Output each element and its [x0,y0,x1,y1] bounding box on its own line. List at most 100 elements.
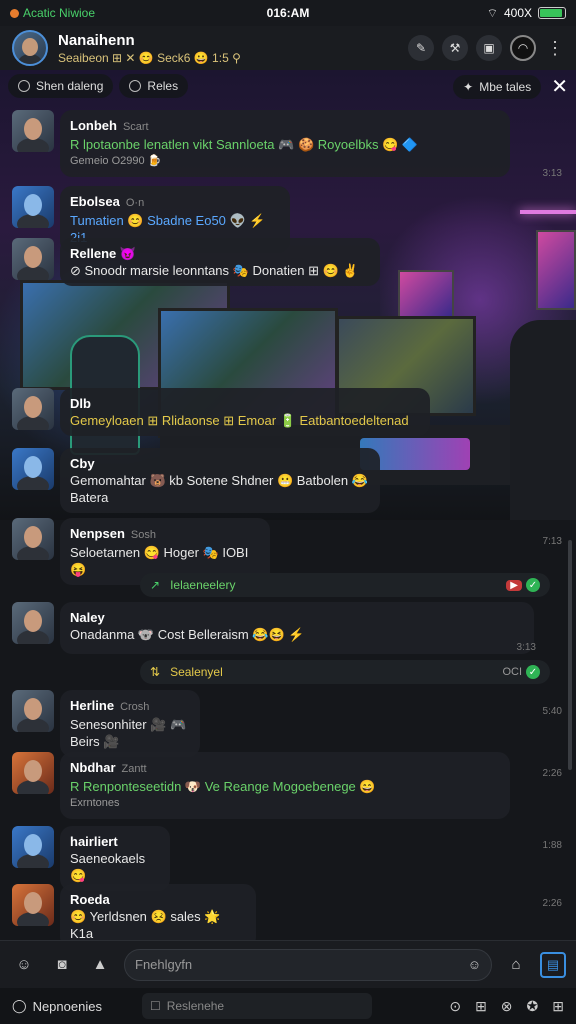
battery-label: 400X [503,6,532,20]
message-item[interactable]: Cby Gemomahtar 🐻 kb Sotene Shdner 😬 Batb… [12,448,380,513]
avatar[interactable] [12,826,54,868]
timestamp: 2:26 [542,768,562,779]
grid-icon[interactable]: ⊞ [552,998,564,1015]
channel-subtitle: Seaibeon ⊞ ✕ 😊 Seck6 😀 1:5 ⚲ [58,50,241,65]
wall-poster-mid [398,270,454,318]
chip-label: Reles [147,79,179,93]
streamer [510,320,576,520]
message-item[interactable]: Rellene 😈 ⊘ Snoodr marsie leonntans 🎭 Do… [12,238,380,286]
avatar[interactable] [12,518,54,560]
timestamp: 5:40 [542,706,562,717]
status-bar: Acatic Niwioe 016:AM ⌔ 400X [0,0,576,26]
message-bubble: Lonbeh Scart R lpotaonbe lenatlen vikt Sa… [60,110,510,177]
avatar[interactable] [12,186,54,228]
sender-name: Herline Crosh [70,697,190,716]
timestamp: 1:88 [542,840,562,851]
message-input[interactable]: Fnehlgyfn ☺ [124,948,492,981]
bottom-icons: ⊙ ⊞ ⊗ ✪ ⊞ [449,998,564,1015]
avatar[interactable] [12,388,54,430]
sender-name: Cby [70,456,95,471]
gallery-icon[interactable]: ▣ [476,35,502,61]
arrow-icon: ↗ [150,578,161,592]
avatar[interactable] [12,884,54,926]
system-row[interactable]: ↗ Ielaeneelery ▶ ✓ [140,573,550,597]
scrollbar[interactable] [568,540,572,770]
avatar[interactable] [12,690,54,732]
top-chip-row: Shen daleng Reles [8,74,189,98]
system-row[interactable]: ⇅ Sealenyel OCI ✓ [140,660,550,684]
chip-mbe-tales[interactable]: ✦ Mbe tales [453,74,542,99]
message-item[interactable]: Lonbeh Scart R lpotaonbe lenatlen vikt Sa… [12,110,510,177]
timestamp: 3:13 [542,168,562,179]
chip-reles[interactable]: Reles [119,74,189,98]
message-item[interactable]: hairliert Saeneokaels 😋 [12,826,170,891]
message-text: 😊 Yerldsnen 😣 sales 🌟 K1a [70,909,221,941]
bottom-search-placeholder: Reslenehe [166,999,225,1013]
photo-icon[interactable]: ⌂ [502,951,530,979]
message-text: R Renponteseetidn 🐶 Ve Reange Mogoebeneg… [70,779,376,794]
avatar[interactable] [12,752,54,794]
arrow-icon: ⇅ [150,665,161,679]
message-text: Saeneokaels 😋 [70,851,146,883]
more-menu-icon[interactable]: ⋮ [546,38,564,59]
compass-icon[interactable]: ✪ [527,998,539,1015]
channel-title: Nanaihenn [58,31,135,49]
message-text: Onadanma 🐨 Cost Belleraism 😂😆 ⚡ [70,627,305,642]
attach-icon[interactable]: ▲ [86,951,114,979]
message-text: Beirs 🎥 [70,734,120,749]
sender-name: Nenpsen Sosh [70,525,260,544]
message-item[interactable]: Naley Onadanma 🐨 Cost Belleraism 😂😆 ⚡ [12,602,534,654]
message-item[interactable]: Nbdhar Zantt R Renponteseetidn 🐶 Ve Reang… [12,752,510,819]
message-bubble: hairliert Saeneokaels 😋 [60,826,170,891]
emoji-icon[interactable]: ☺ [10,951,38,979]
timestamp: 2:26 [542,898,562,909]
sender-name-text: Ebolsea [70,194,120,209]
controller-icon[interactable]: ⊗ [501,998,513,1015]
timestamp: 3:13 [516,642,536,653]
record-icon[interactable]: ⊙ [449,998,461,1015]
bottom-tab-replies[interactable]: ◯ Nepnoenies [12,998,102,1014]
notification-icon [10,8,19,18]
sender-name: Rellene 😈 [70,246,137,261]
chat-icon: ◯ [12,998,27,1013]
header-titles: Nanaihenn Seaibeon ⊞ ✕ 😊 Seck6 😀 1:5 ⚲ [58,32,400,65]
status-app-label: Acatic Niwioe [23,6,96,20]
bottom-search-field[interactable]: ☐ Reslenehe [141,993,372,1019]
send-button[interactable]: ▤ [540,951,566,978]
message-bubble: Nbdhar Zantt R Renponteseetidn 🐶 Ve Reang… [60,752,510,819]
video-icon: ▶ [506,579,522,591]
message-footer: Gemeio O2990 🍺 [70,155,162,167]
avatar[interactable] [12,110,54,152]
sticker-icon[interactable]: ☺ [468,957,481,972]
message-input-placeholder: Fnehlgyfn [135,957,193,972]
avatar[interactable] [12,602,54,644]
sender-name: Ebolsea O·n [70,193,280,212]
camera-icon[interactable]: ◙ [48,951,76,979]
sender-name: Naley [70,610,105,625]
sender-name-text: Lonbeh [70,118,117,133]
avatar[interactable] [12,238,54,280]
sender-meta: Zantt [121,763,147,775]
gift-icon[interactable]: ⊞ [475,998,487,1015]
avatar[interactable] [12,448,54,490]
sender-meta: O·n [125,197,145,209]
chip-label: Mbe tales [479,79,532,94]
message-bubble: Naley Onadanma 🐨 Cost Belleraism 😂😆 ⚡ [60,602,534,654]
check-icon: ✓ [526,665,540,679]
share-icon[interactable]: ✎ [408,35,434,61]
battery-icon [538,7,566,19]
check-icon: ✓ [526,578,540,592]
message-item[interactable]: Dlb Gemeyloaen ⊞ Rlidaonse ⊞ Emoar 🔋 Eat… [12,388,430,436]
headset-icon[interactable]: ◠ [510,35,536,61]
message-text: R lpotaonbe lenatlen vikt Sannloeta 🎮 🍪 … [70,137,419,152]
chip-shen-daleng[interactable]: Shen daleng [8,74,114,98]
system-label: Sealenyel [170,665,223,679]
message-item[interactable]: Herline Crosh Senesonhiter 🎥 🎮 Beirs 🎥 [12,690,200,757]
close-icon[interactable]: ✕ [551,74,568,99]
system-label: Ielaeneelery [170,578,236,592]
sender-name-text: Nbdhar [70,760,116,775]
tools-icon[interactable]: ⚒ [442,35,468,61]
message-footer: Batera [70,490,109,505]
chip-label: Shen daleng [36,79,104,93]
channel-avatar[interactable] [12,30,48,66]
